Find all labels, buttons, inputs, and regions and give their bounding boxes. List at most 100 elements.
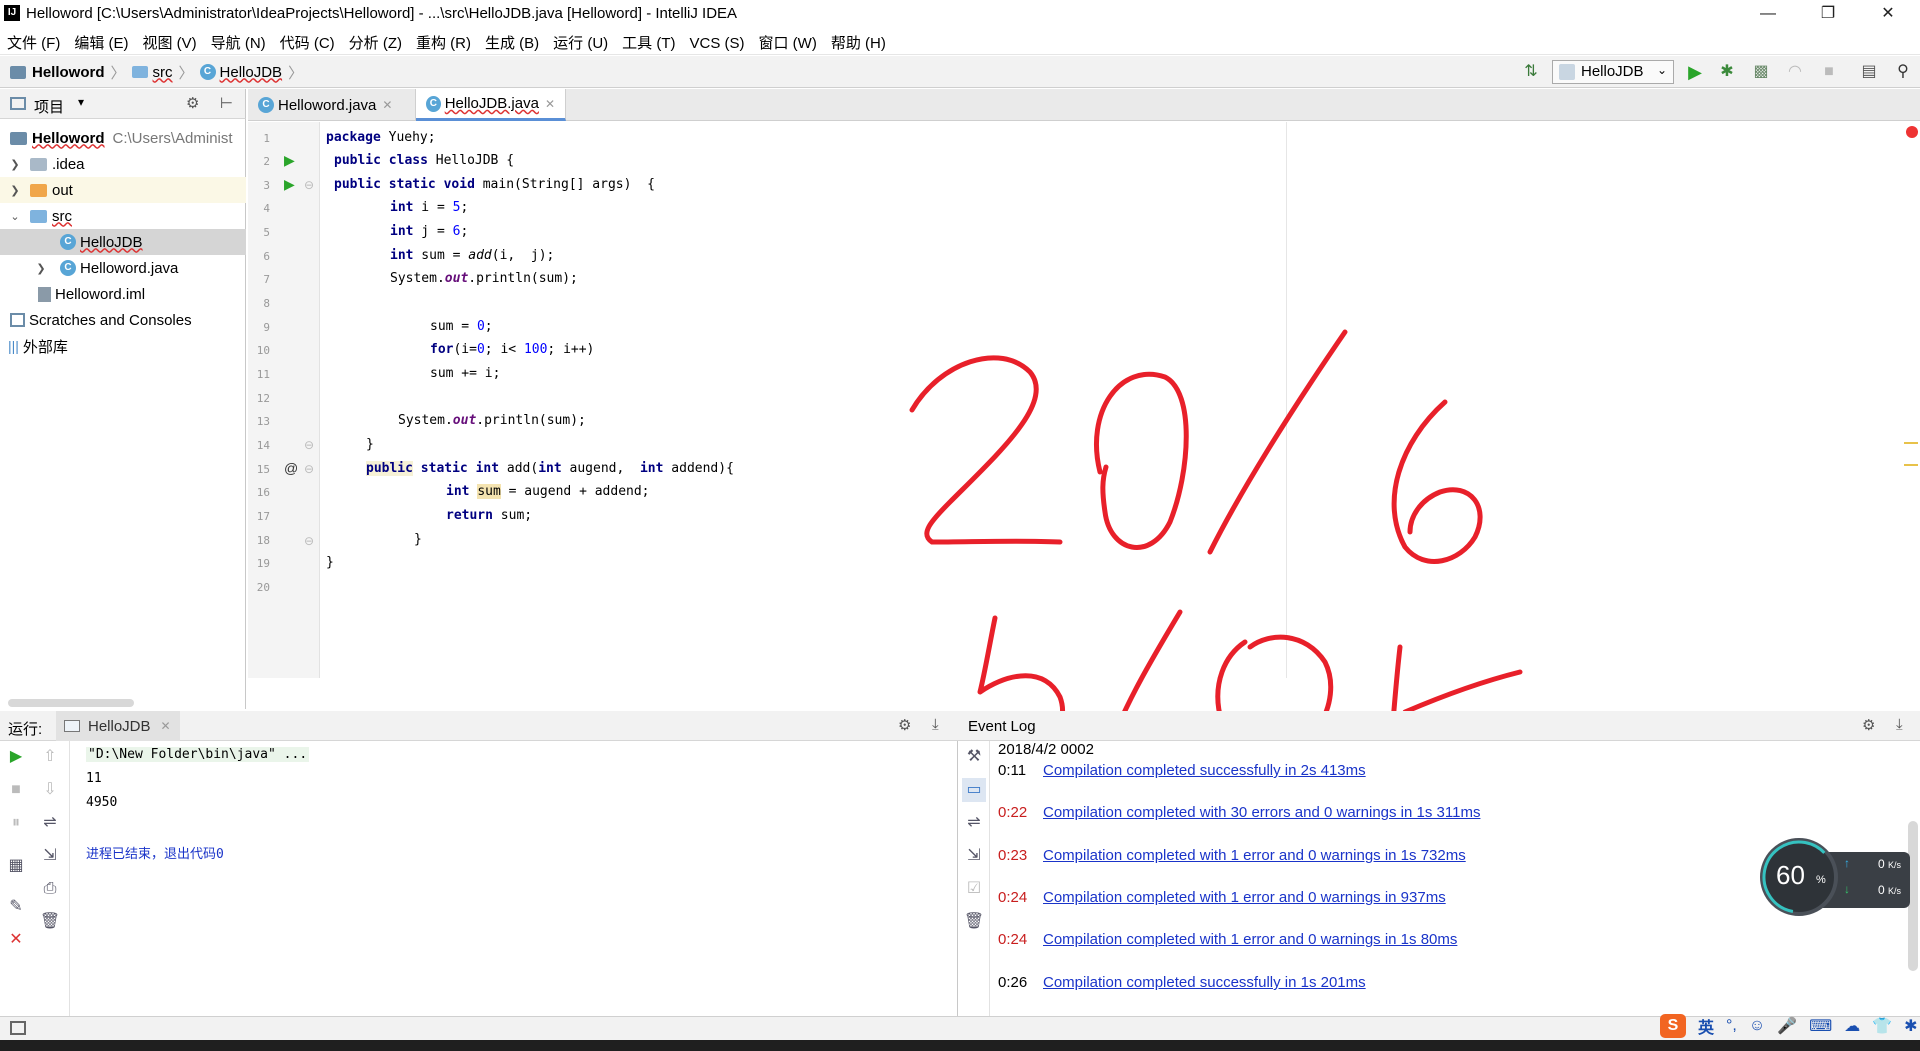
tab-helloword-java[interactable]: C Helloword.java ✕ xyxy=(248,89,416,121)
chevron-right-icon[interactable]: ❯ xyxy=(8,184,22,197)
scroll-to-end-icon[interactable]: ⇲ xyxy=(38,844,62,868)
ime-language[interactable]: 英 xyxy=(1698,1014,1714,1038)
trash-icon[interactable]: 🗑 xyxy=(962,910,986,934)
close-icon[interactable]: ✕ xyxy=(4,928,28,952)
gear-icon[interactable]: ⚙ xyxy=(1862,716,1875,734)
project-structure-icon[interactable]: ▤ xyxy=(1856,60,1882,84)
gear-icon[interactable]: ⚙ xyxy=(186,94,199,112)
menu-navigate[interactable]: 导航 (N) xyxy=(204,29,273,53)
menu-analyze[interactable]: 分析 (Z) xyxy=(342,29,409,53)
hide-panel-icon[interactable]: ⤓ xyxy=(932,716,939,733)
chevron-down-icon[interactable]: ⌄ xyxy=(8,210,22,223)
print-icon[interactable]: ⎙ xyxy=(38,877,62,901)
punctuation-icon[interactable]: °, xyxy=(1726,1017,1737,1035)
stop-icon[interactable]: ■ xyxy=(4,778,28,802)
fold-icon[interactable]: ⊖ xyxy=(304,178,314,192)
close-icon[interactable]: ✕ xyxy=(161,719,171,733)
log-link[interactable]: Compilation completed successfully in 2s… xyxy=(1043,762,1366,779)
tree-item-scratches[interactable]: Scratches and Consoles xyxy=(0,307,246,333)
profile-icon[interactable]: ◠ xyxy=(1782,60,1808,84)
close-icon[interactable]: ✕ xyxy=(545,97,555,111)
emoji-icon[interactable]: ☺ xyxy=(1749,1017,1765,1035)
tab-run-hellojdb[interactable]: HelloJDB ✕ xyxy=(56,711,180,741)
menu-tools[interactable]: 工具 (T) xyxy=(615,29,682,53)
fold-icon[interactable]: ⊖ xyxy=(304,462,314,476)
tab-hellojdb-java[interactable]: C HelloJDB.java ✕ xyxy=(416,89,566,121)
sort-arrows-icon[interactable]: ⇅ xyxy=(1518,60,1544,84)
coverage-icon[interactable]: ▩ xyxy=(1748,60,1774,84)
microphone-icon[interactable]: 🎤 xyxy=(1777,1016,1797,1036)
fold-icon[interactable]: ⊖ xyxy=(304,438,314,452)
tool-windows-icon[interactable] xyxy=(10,1021,26,1035)
breadcrumb-file[interactable]: HelloJDB xyxy=(220,64,283,81)
skin-icon[interactable]: ☁ xyxy=(1844,1016,1860,1036)
minimize-button[interactable]: — xyxy=(1740,0,1796,28)
menu-run[interactable]: 运行 (U) xyxy=(546,29,615,53)
menu-build[interactable]: 生成 (B) xyxy=(478,29,546,53)
code-editor[interactable]: package Yuehy; public class HelloJDB { p… xyxy=(320,122,1900,813)
soft-wrap-icon[interactable]: ⇌ xyxy=(38,811,62,835)
stop-icon[interactable]: ■ xyxy=(1816,60,1842,84)
menu-window[interactable]: 窗口 (W) xyxy=(752,29,824,53)
restore-button[interactable]: ❐ xyxy=(1800,0,1856,28)
network-speed-widget[interactable]: 60 % ↑ 0 K/s ↓ 0 K/s xyxy=(1760,838,1910,916)
rerun-icon[interactable]: ▶ xyxy=(4,745,28,769)
breadcrumb-folder[interactable]: src xyxy=(153,64,173,81)
horizontal-scrollbar[interactable] xyxy=(8,699,134,707)
breadcrumb-project[interactable]: Helloword xyxy=(32,64,105,81)
up-arrow-icon[interactable]: ⇧ xyxy=(38,745,62,769)
tree-item-helloword[interactable]: Helloword C:\Users\Administ xyxy=(0,125,246,151)
ime-toolbar[interactable]: S 英 °, ☺ 🎤 ⌨ ☁ 👕 ✱ xyxy=(1660,1012,1920,1040)
fold-icon[interactable]: ⊖ xyxy=(304,534,314,548)
log-link[interactable]: Compilation completed with 30 errors and… xyxy=(1043,804,1480,821)
log-link[interactable]: Compilation completed with 1 error and 0… xyxy=(1043,847,1466,864)
hide-panel-icon[interactable]: ⤓ xyxy=(1896,716,1903,733)
wrench-icon[interactable]: ⚒ xyxy=(962,745,986,769)
tree-item-src[interactable]: ⌄ src xyxy=(0,203,246,229)
keyboard-icon[interactable]: ⌨ xyxy=(1809,1016,1832,1036)
layout-icon[interactable]: ▦ xyxy=(4,854,28,878)
run-gutter-icon[interactable]: ▶ xyxy=(284,152,295,169)
tree-item-out[interactable]: ❯ out xyxy=(0,177,246,203)
soft-wrap-icon[interactable]: ⇌ xyxy=(962,811,986,835)
project-panel-title[interactable]: 项目 xyxy=(34,96,64,117)
run-gutter-icon[interactable]: ▶ xyxy=(284,176,295,193)
menu-edit[interactable]: 编辑 (E) xyxy=(67,29,135,53)
debug-icon[interactable]: ✱ xyxy=(1714,60,1740,84)
tree-item-idea[interactable]: ❯ .idea xyxy=(0,151,246,177)
pin-icon[interactable]: ✎ xyxy=(4,895,28,919)
gear-icon[interactable]: ⚙ xyxy=(898,716,911,734)
shirt-icon[interactable]: 👕 xyxy=(1872,1016,1892,1036)
pause-icon[interactable]: ⏸ xyxy=(4,811,28,835)
run-icon[interactable]: ▶ xyxy=(1682,60,1708,84)
run-console[interactable]: ▶ ⇧ ■ ⇩ ⏸ ⇌ ⇲ ▦ ⎙ ✎ 🗑 ✕ "D:\New Folder\b… xyxy=(0,741,958,1016)
close-icon[interactable]: ✕ xyxy=(382,98,392,112)
tree-item-iml[interactable]: Helloword.iml xyxy=(0,281,246,307)
chevron-down-icon[interactable]: ▾ xyxy=(78,95,84,109)
log-link[interactable]: Compilation completed successfully in 1s… xyxy=(1043,974,1366,991)
search-icon[interactable]: ⚲ xyxy=(1890,60,1916,84)
run-config-select[interactable]: HelloJDB ⌄ xyxy=(1552,60,1674,84)
log-link[interactable]: Compilation completed with 1 error and 0… xyxy=(1043,931,1457,948)
warning-stripe-marker[interactable] xyxy=(1904,442,1918,444)
down-arrow-icon[interactable]: ⇩ xyxy=(38,778,62,802)
scroll-to-end-icon[interactable]: ⇲ xyxy=(962,844,986,868)
settings-icon[interactable]: ✱ xyxy=(1904,1016,1917,1036)
chevron-right-icon[interactable]: ❯ xyxy=(34,262,48,275)
chevron-right-icon[interactable]: ❯ xyxy=(8,158,22,171)
tree-item-external-libs[interactable]: ||| 外部库 xyxy=(0,333,246,359)
collapse-icon[interactable]: ⊢ xyxy=(220,94,233,112)
close-button[interactable]: ✕ xyxy=(1860,0,1916,28)
menu-view[interactable]: 视图 (V) xyxy=(136,29,204,53)
error-stripe-indicator[interactable] xyxy=(1906,126,1918,138)
menu-help[interactable]: 帮助 (H) xyxy=(824,29,893,53)
tree-item-hellojdb[interactable]: C HelloJDB xyxy=(0,229,246,255)
menu-vcs[interactable]: VCS (S) xyxy=(683,32,752,52)
menu-code[interactable]: 代码 (C) xyxy=(273,29,342,53)
mark-read-icon[interactable]: ☑ xyxy=(962,877,986,901)
message-icon[interactable]: ▭ xyxy=(962,778,986,802)
log-link[interactable]: Compilation completed with 1 error and 0… xyxy=(1043,889,1446,906)
trash-icon[interactable]: 🗑 xyxy=(38,910,62,934)
tree-item-helloword-java[interactable]: ❯ C Helloword.java xyxy=(0,255,246,281)
menu-refactor[interactable]: 重构 (R) xyxy=(409,29,478,53)
